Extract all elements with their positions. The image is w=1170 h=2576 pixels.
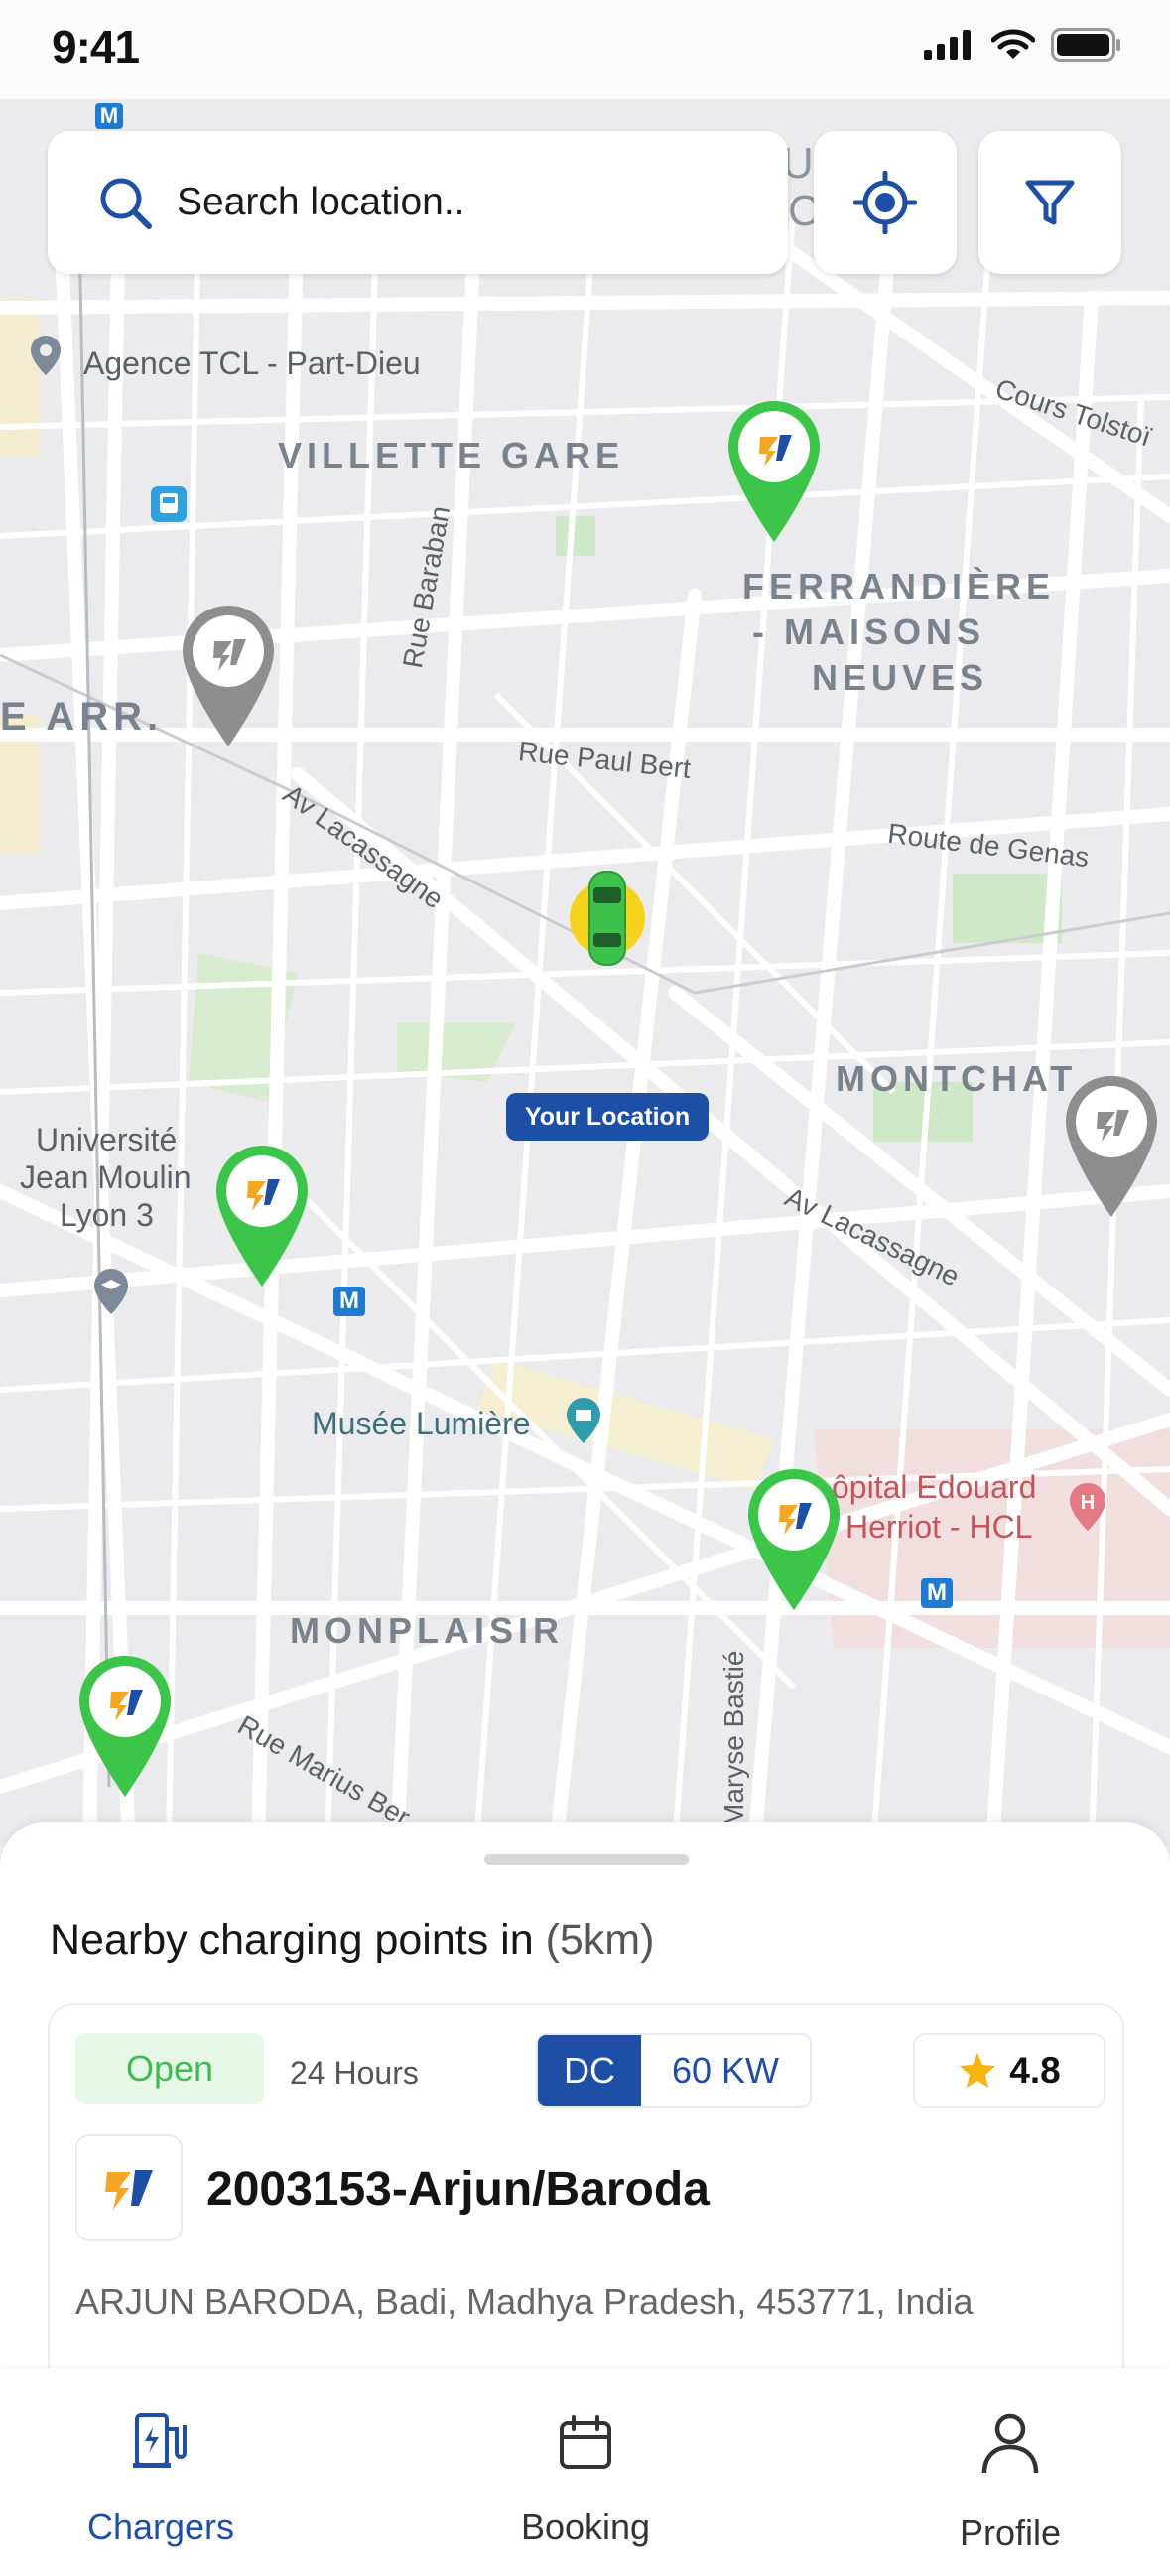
map-label-universite-2: Jean Moulin xyxy=(20,1159,192,1195)
status-badge: Open xyxy=(75,2033,264,2104)
nearby-title: Nearby charging points in (5km) xyxy=(50,1916,654,1965)
metro-icon: M xyxy=(95,103,123,129)
tab-booking[interactable]: Booking xyxy=(437,2368,734,2576)
map-poi-pin xyxy=(28,334,64,382)
station-address: ARJUN BARODA, Badi, Madhya Pradesh, 4537… xyxy=(75,2281,974,2322)
person-icon xyxy=(981,2413,1039,2474)
rating-badge: 4.8 xyxy=(913,2033,1105,2108)
charger-pin-gray[interactable] xyxy=(1062,1072,1161,1221)
crosshair-icon xyxy=(853,171,917,234)
star-icon xyxy=(960,2053,996,2088)
map-label-ferrandiere-2: - MAISONS xyxy=(752,611,986,652)
map-label-hopital-1: ôpital Edouard xyxy=(832,1469,1037,1505)
your-location-label: Your Location xyxy=(506,1093,709,1141)
nearby-title-text: Nearby charging points in xyxy=(50,1916,546,1964)
charger-power: 60 KW xyxy=(671,2050,780,2091)
charger-pin-green[interactable] xyxy=(744,1465,844,1614)
wifi-icon xyxy=(991,29,1035,59)
battery-icon xyxy=(1051,28,1120,62)
map-label-universite-1: Université xyxy=(36,1122,178,1157)
signal-icon xyxy=(924,30,971,60)
map-label-arr: E ARR. xyxy=(0,695,164,739)
charger-type: DC xyxy=(538,2035,641,2106)
charger-pin-green[interactable] xyxy=(724,397,824,546)
station-card[interactable]: Open 24 Hours DC 60 KW 4.8 2003153-Arjun… xyxy=(48,2003,1124,2424)
tab-chargers-label: Chargers xyxy=(86,2507,235,2547)
metro-icon: M xyxy=(921,1578,953,1608)
map-label-ferrandiere-1: FERRANDIÈRE xyxy=(742,566,1056,607)
filter-icon xyxy=(1025,180,1075,225)
charger-brand-icon xyxy=(105,2170,153,2210)
tab-chargers[interactable]: Chargers xyxy=(12,2368,310,2576)
tab-profile[interactable]: Profile xyxy=(861,2368,1159,2576)
map-label-musee: Musée Lumière xyxy=(312,1406,531,1441)
locate-me-button[interactable] xyxy=(814,131,957,274)
charger-pin-green[interactable] xyxy=(75,1652,175,1801)
charger-type-badge: DC 60 KW xyxy=(536,2033,812,2108)
bottom-tab-bar: Chargers Booking Profile xyxy=(0,2368,1170,2576)
map-label-universite-3: Lyon 3 xyxy=(60,1197,154,1233)
hospital-icon: H xyxy=(1066,1481,1109,1538)
university-icon xyxy=(91,1267,131,1321)
charger-pin-gray[interactable] xyxy=(179,602,278,750)
search-bar[interactable]: Search location.. xyxy=(48,131,788,274)
status-bar: 9:41 xyxy=(0,0,1170,99)
sheet-handle[interactable] xyxy=(484,1854,689,1865)
map-label-villette: VILLETTE GARE xyxy=(278,435,625,475)
status-time: 9:41 xyxy=(52,21,140,72)
filter-button[interactable] xyxy=(978,131,1121,274)
tab-profile-label: Profile xyxy=(959,2512,1062,2553)
status-icons xyxy=(924,28,1122,62)
calendar-icon xyxy=(560,2415,611,2469)
station-name: 2003153-Arjun/Baroda xyxy=(206,2163,710,2216)
search-icon xyxy=(97,175,155,237)
map-label-montchat: MONTCHAT xyxy=(836,1058,1078,1099)
map-label-maryse: Maryse Bastié xyxy=(718,1650,749,1827)
rating-value: 4.8 xyxy=(1009,2050,1061,2091)
bus-icon xyxy=(151,486,187,522)
map-label-hopital-2: Herriot - HCL xyxy=(845,1509,1033,1545)
svg-text:H: H xyxy=(1081,1492,1095,1514)
nearby-radius: (5km) xyxy=(545,1916,655,1964)
station-hours: 24 Hours xyxy=(290,2055,419,2091)
tab-booking-label: Booking xyxy=(520,2507,651,2547)
museum-icon xyxy=(564,1396,603,1450)
map-label-agence: Agence TCL - Part-Dieu xyxy=(83,345,421,381)
map-view[interactable]: Agence TCL - Part-Dieu VILLETTE GARE FER… xyxy=(0,99,1170,1846)
map-label-ferrandiere-3: NEUVES xyxy=(812,657,989,698)
search-input[interactable]: Search location.. xyxy=(177,181,465,224)
charger-pin-green[interactable] xyxy=(212,1142,312,1290)
ev-station-icon xyxy=(133,2413,187,2468)
metro-icon: M xyxy=(333,1287,365,1316)
car-location-icon xyxy=(566,864,649,973)
map-label-monplaisir: MONPLAISIR xyxy=(290,1610,565,1651)
station-logo xyxy=(75,2134,183,2241)
